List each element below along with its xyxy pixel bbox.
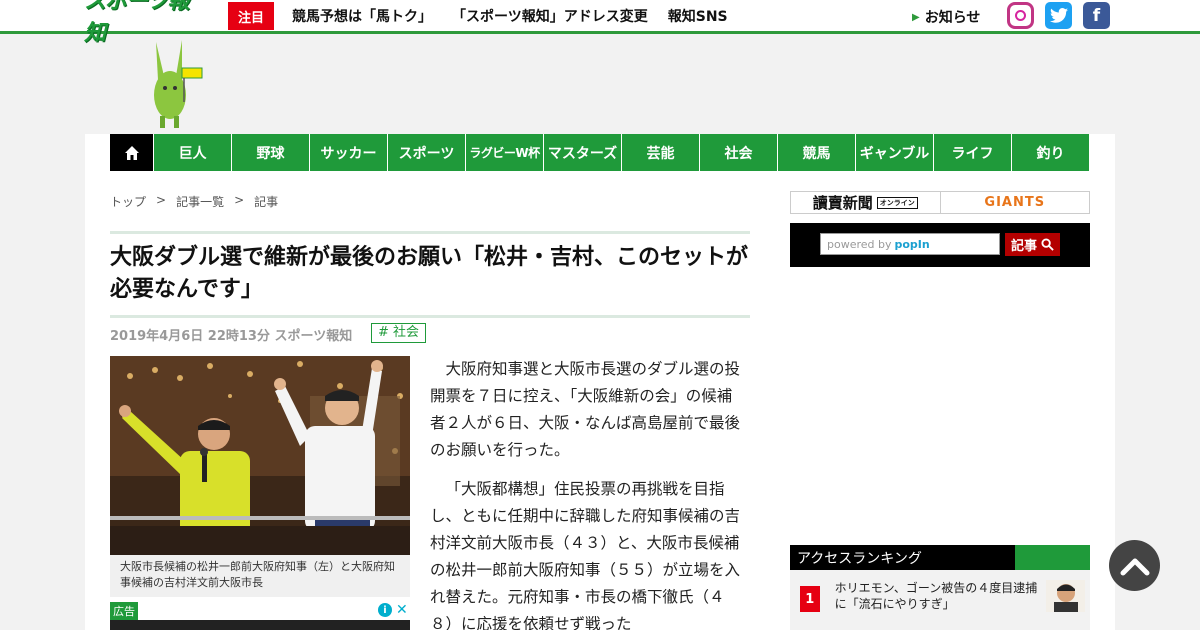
search-placeholder: powered by (827, 237, 892, 251)
ad-label: 広告 (110, 602, 138, 620)
info-icon[interactable]: i (378, 603, 392, 617)
site-logo[interactable]: スポーツ報知 (84, 0, 208, 46)
search-button[interactable]: 記事 (1005, 233, 1060, 256)
nav-item-rugby[interactable]: ラグビーW杯 (465, 134, 543, 171)
search-button-label: 記事 (1010, 239, 1037, 254)
article-meta: 2019年4月6日 22時13分 スポーツ報知 (110, 329, 353, 344)
top-link-sns[interactable]: 報知SNS (668, 6, 728, 26)
nav-item-entertainment[interactable]: 芸能 (621, 134, 699, 171)
nav-item-gamble[interactable]: ギャンブル (855, 134, 933, 171)
triangle-icon: ▶ (912, 11, 920, 23)
nav-item-masters[interactable]: マスターズ (543, 134, 621, 171)
nav-item-society[interactable]: 社会 (699, 134, 777, 171)
ranking-list: 1 ホリエモン、ゴーン被告の４度目逮捕に「流石にやりすぎ」 (790, 570, 1090, 630)
news-label: お知らせ (924, 10, 981, 26)
article-photo (110, 356, 410, 555)
top-bar: スポーツ報知 注目 競馬予想は「馬トク」 「スポーツ報知」アドレス変更 報知SN… (0, 0, 1200, 46)
photo-caption: 大阪市長候補の松井一郎前大阪府知事（左）と大阪府知事候補の吉村洋文前大阪市長 (110, 555, 410, 597)
giants-link[interactable]: GIANTS (941, 192, 1090, 213)
mascot-image (154, 40, 203, 128)
article-paragraph: 大阪府知事選と大阪市長選のダブル選の投開票を７日に控え、「大阪維新の会」の候補者… (430, 360, 741, 459)
ranking-title-text: ホリエモン、ゴーン被告の４度目逮捕に「流石にやりすぎ」 (834, 581, 1038, 611)
top-link-address-change[interactable]: 「スポーツ報知」アドレス変更 (452, 6, 648, 26)
ranking-number: 1 (800, 586, 820, 612)
breadcrumb-top[interactable]: トップ (110, 193, 146, 210)
nav-item-giants[interactable]: 巨人 (153, 134, 231, 171)
popin-brand: popIn (894, 237, 930, 251)
search-icon (1041, 238, 1054, 251)
home-icon[interactable] (110, 134, 153, 171)
article-headline: 大阪ダブル選で維新が最後のお願い「松井・吉村、このセットが必要なんです」 (110, 245, 749, 302)
search-input[interactable]: powered by popIn (820, 233, 1000, 255)
ad-banner[interactable] (110, 620, 410, 630)
yomiuri-banner: 讀賣新聞 オンライン GIANTS (790, 191, 1090, 214)
page-top-button[interactable] (1109, 540, 1160, 591)
nav-item-soccer[interactable]: サッカー (309, 134, 387, 171)
breadcrumb-separator: > (156, 193, 167, 207)
news-link[interactable]: ▶ お知らせ (912, 7, 980, 27)
nav-item-horse-racing[interactable]: 競馬 (777, 134, 855, 171)
yomiuri-label: 讀賣新聞 (812, 194, 873, 212)
facebook-icon[interactable]: f (1083, 2, 1110, 29)
breadcrumb-list[interactable]: 記事一覧 (176, 193, 224, 210)
chevron-up-icon (1120, 558, 1149, 575)
ranking-accent (1015, 545, 1090, 570)
ranking-thumbnail (1045, 580, 1085, 612)
category-tag[interactable]: # 社会 (371, 323, 427, 343)
breadcrumb-current: 記事 (254, 195, 279, 209)
instagram-icon[interactable] (1007, 2, 1034, 29)
yomiuri-online-link[interactable]: 讀賣新聞 オンライン (791, 192, 941, 213)
headline-block: 大阪ダブル選で維新が最後のお願い「松井・吉村、このセットが必要なんです」 (110, 231, 750, 318)
breadcrumb: トップ > 記事一覧 > 記事 (110, 193, 278, 210)
ranking-title: アクセスランキング (797, 550, 922, 567)
search-box: powered by popIn 記事 (790, 223, 1090, 267)
ranking-header: アクセスランキング (790, 545, 1090, 570)
nav-item-life[interactable]: ライフ (933, 134, 1011, 171)
global-nav: 巨人 野球 サッカー スポーツ ラグビーW杯 マスターズ 芸能 社会 競馬 ギャ… (110, 134, 1089, 171)
article-paragraph: 「大阪都構想」住民投票の再挑戦を目指し、ともに任期中に辞職した府知事候補の吉村洋… (430, 480, 741, 630)
article-body: 大阪府知事選と大阪市長選のダブル選の投開票を７日に控え、「大阪維新の会」の候補者… (430, 356, 746, 630)
nav-item-fishing[interactable]: 釣り (1011, 134, 1089, 171)
close-icon[interactable]: ✕ (396, 602, 408, 618)
top-links: 競馬予想は「馬トク」 「スポーツ報知」アドレス変更 報知SNS (292, 6, 748, 26)
ranking-item[interactable]: 1 ホリエモン、ゴーン被告の４度目逮捕に「流石にやりすぎ」 (800, 580, 1085, 612)
nav-item-sports[interactable]: スポーツ (387, 134, 465, 171)
chumoku-label: 注目 (228, 2, 274, 30)
top-link-umatoku[interactable]: 競馬予想は「馬トク」 (292, 6, 432, 26)
breadcrumb-separator: > (234, 193, 245, 207)
nav-item-baseball[interactable]: 野球 (231, 134, 309, 171)
twitter-icon[interactable] (1045, 2, 1072, 29)
yomiuri-badge: オンライン (876, 196, 918, 209)
ad-choices[interactable]: i ✕ (378, 602, 408, 618)
